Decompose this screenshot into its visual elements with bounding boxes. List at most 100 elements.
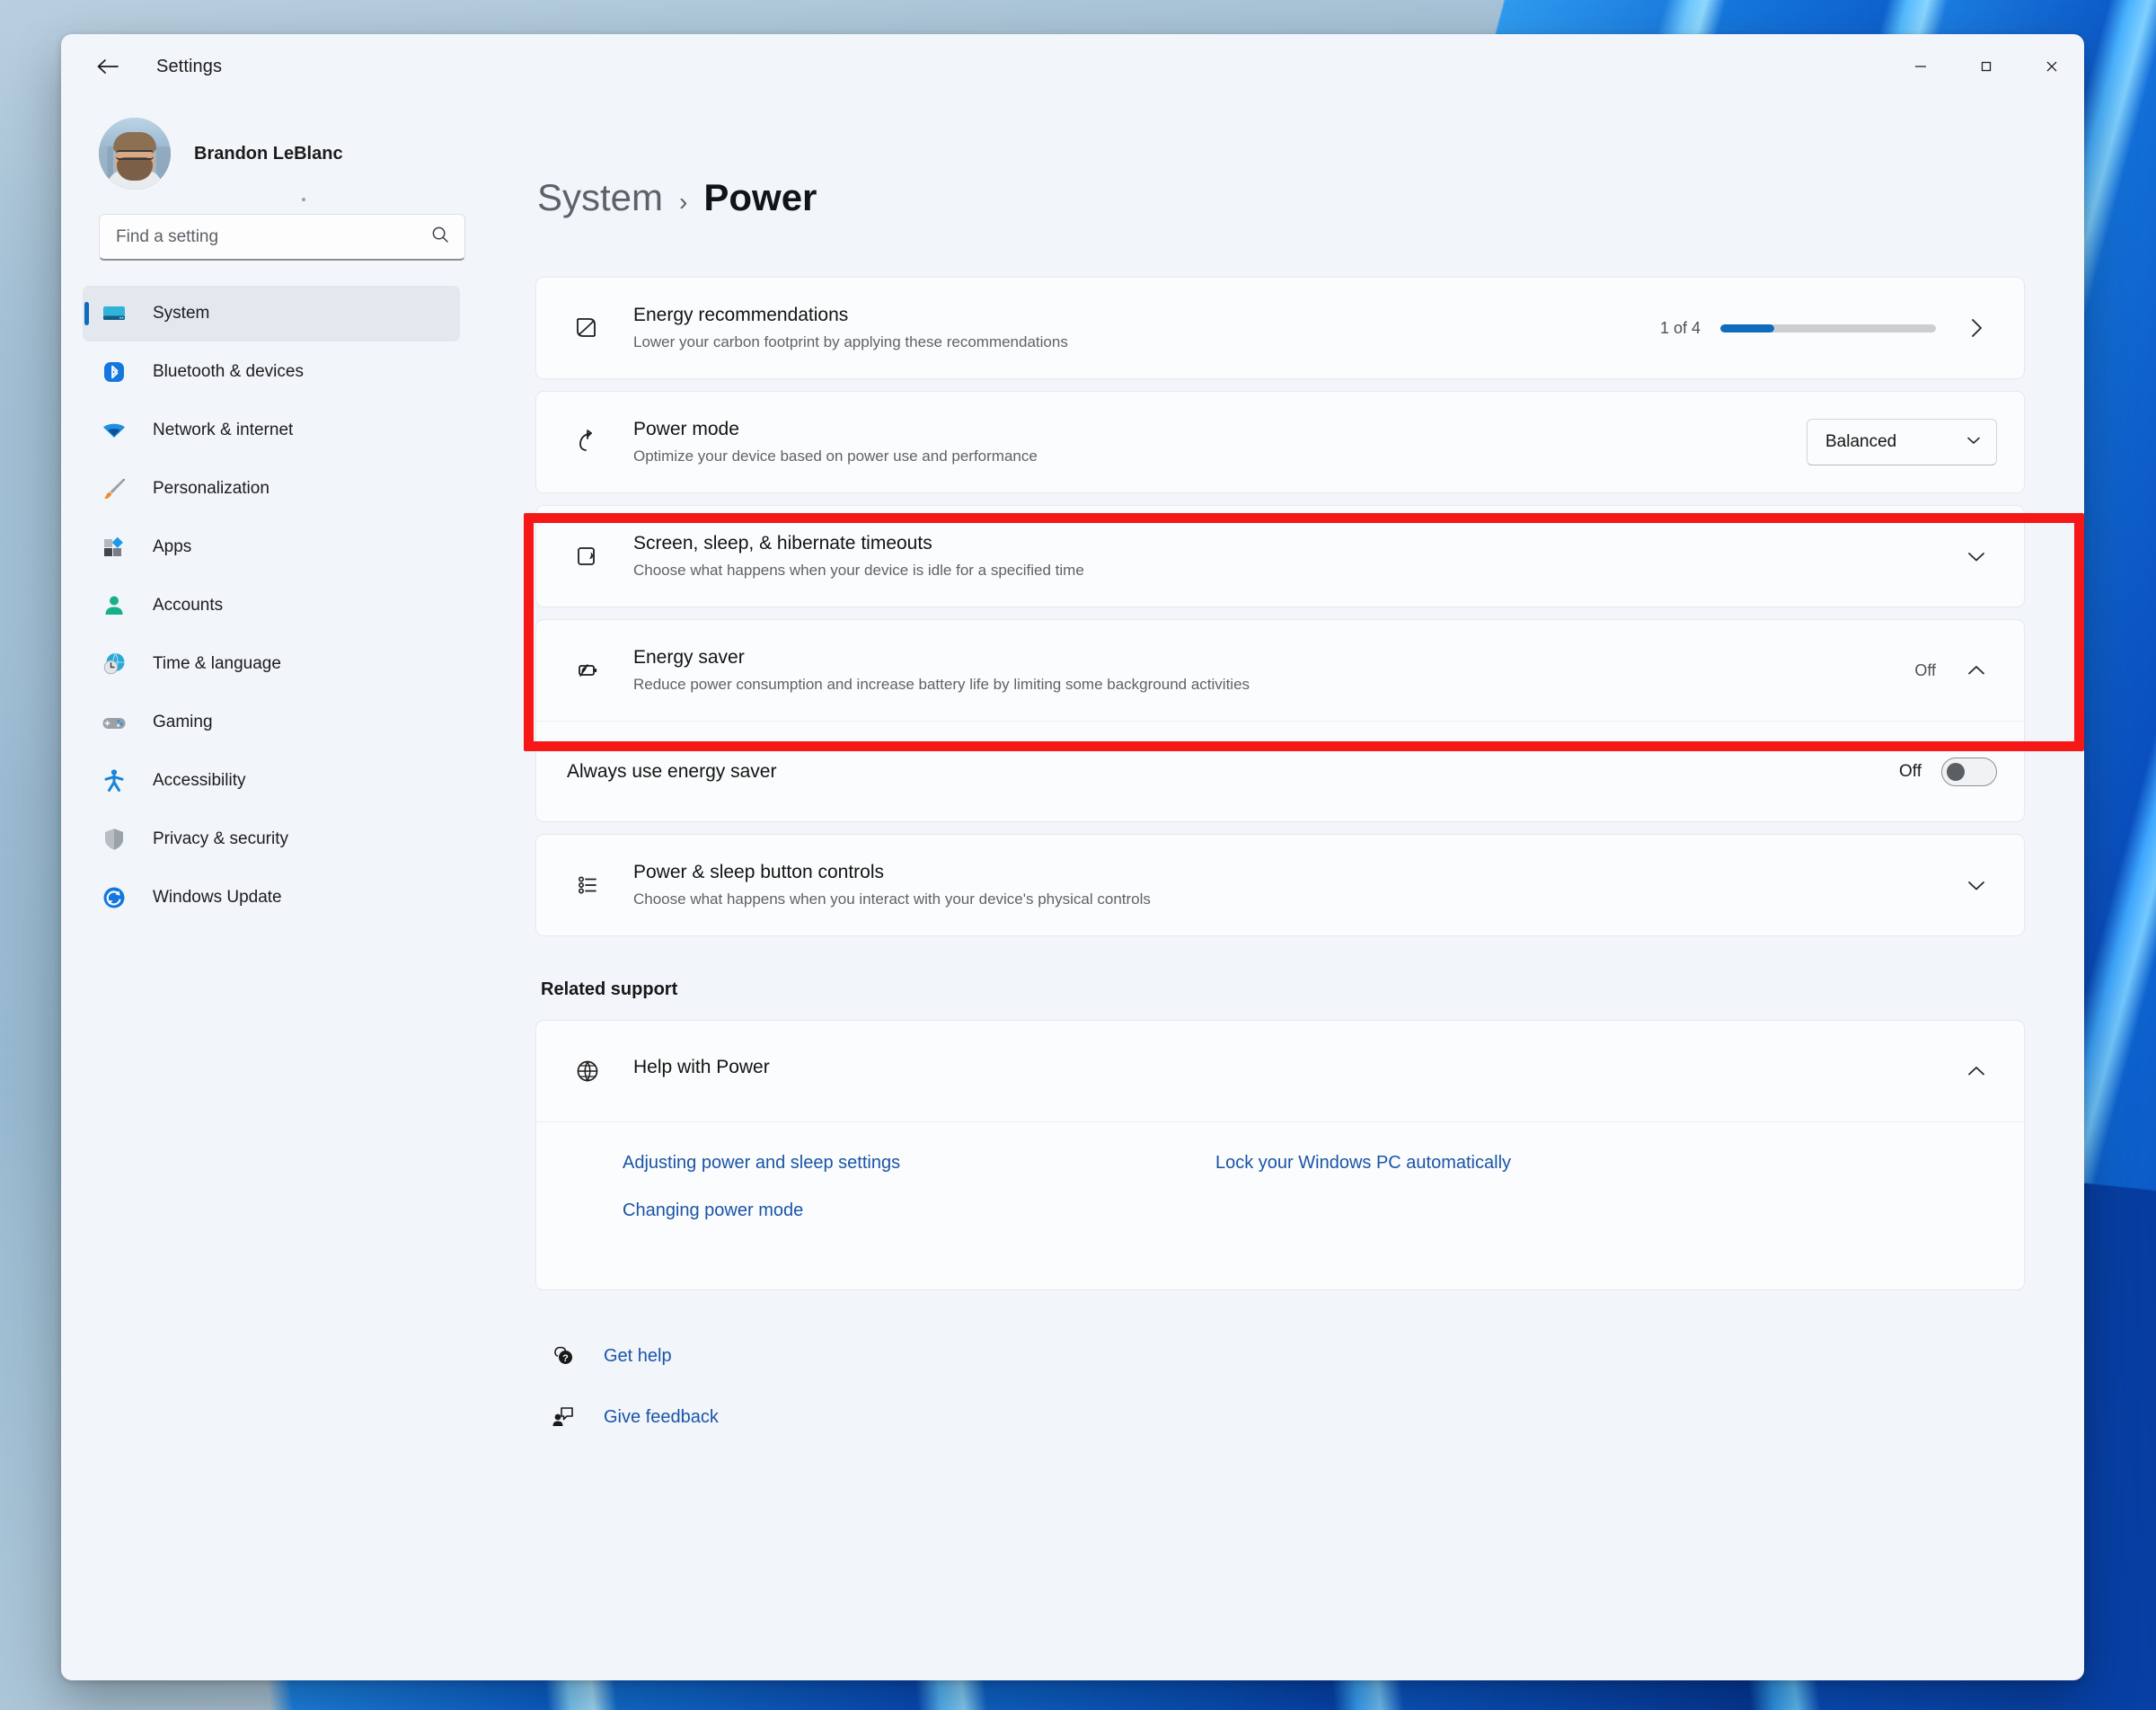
help-with-power-row[interactable]: Help with Power xyxy=(536,1021,2024,1121)
person-icon xyxy=(99,590,129,621)
sidebar-item-time-language[interactable]: Time & language xyxy=(83,636,460,692)
sidebar-nav: System Bluetooth & devices Network & int… xyxy=(83,286,460,926)
energy-saver-text: Energy saver Reduce power consumption an… xyxy=(633,647,1893,694)
dropdown-value: Balanced xyxy=(1825,432,1897,451)
timeouts-expander[interactable] xyxy=(1956,536,1997,577)
sidebar-item-apps[interactable]: Apps xyxy=(83,519,460,575)
power-sleep-buttons-expander[interactable] xyxy=(1956,864,1997,906)
shield-icon xyxy=(99,824,129,855)
help-link[interactable]: Changing power mode xyxy=(623,1201,803,1221)
sidebar-item-privacy-security[interactable]: Privacy & security xyxy=(83,811,460,867)
related-support-heading: Related support xyxy=(541,979,678,999)
timeouts-text: Screen, sleep, & hibernate timeouts Choo… xyxy=(633,533,1934,580)
toggle-state-label: Off xyxy=(1899,761,1922,781)
sidebar-item-label: System xyxy=(153,304,210,323)
avatar-hair xyxy=(113,132,156,152)
recommendations-progress: 1 of 4 xyxy=(1660,319,1936,338)
search-icon xyxy=(430,225,450,249)
row-subtitle: Optimize your device based on power use … xyxy=(633,447,1038,465)
sidebar-item-accounts[interactable]: Accounts xyxy=(83,578,460,633)
avatar-glasses xyxy=(116,150,154,160)
help-with-power-text: Help with Power xyxy=(633,1057,1934,1085)
give-feedback-row[interactable]: Give feedback xyxy=(548,1402,2025,1432)
energy-saver-row[interactable]: Energy saver Reduce power consumption an… xyxy=(536,620,2024,721)
progress-count: 1 of 4 xyxy=(1659,318,1701,337)
chevron-down-icon xyxy=(1966,434,1982,450)
list-settings-icon xyxy=(567,870,608,900)
maximize-button[interactable] xyxy=(1953,34,2019,99)
row-title: Power mode xyxy=(633,419,739,439)
sidebar-item-label: Time & language xyxy=(153,654,281,673)
sidebar-item-label: Bluetooth & devices xyxy=(153,362,304,381)
always-use-energy-saver-toggle[interactable] xyxy=(1941,757,1997,786)
sidebar-item-gaming[interactable]: Gaming xyxy=(83,695,460,750)
search-input[interactable] xyxy=(116,226,430,247)
help-link[interactable]: Lock your Windows PC automatically xyxy=(1215,1153,1511,1174)
chevron-down-icon[interactable] xyxy=(1956,864,1997,906)
account-block[interactable]: Brandon LeBlanc xyxy=(83,99,460,198)
get-help-row[interactable]: ? Get help xyxy=(548,1341,2025,1371)
progress-track xyxy=(1720,323,1936,332)
battery-leaf-icon xyxy=(567,655,608,686)
sidebar-item-label: Accounts xyxy=(153,596,224,615)
power-speed-icon xyxy=(567,427,608,457)
sidebar-item-windows-update[interactable]: Windows Update xyxy=(83,870,460,926)
sidebar-item-label: Gaming xyxy=(153,713,213,731)
window-title: Settings xyxy=(156,56,223,76)
breadcrumb-parent[interactable]: System xyxy=(537,176,663,219)
chevron-up-icon[interactable] xyxy=(1956,1050,1997,1092)
breadcrumb-separator: › xyxy=(679,188,688,216)
screen-sleep-icon xyxy=(567,541,608,571)
search-box[interactable] xyxy=(99,214,465,261)
get-help-link[interactable]: Get help xyxy=(604,1346,672,1367)
power-mode-row: Power mode Optimize your device based on… xyxy=(536,392,2024,492)
sidebar-item-label: Personalization xyxy=(153,479,270,498)
window-controls xyxy=(1887,34,2084,99)
power-sleep-buttons-card[interactable]: Power & sleep button controls Choose wha… xyxy=(535,834,2025,936)
sidebar-item-system[interactable]: System xyxy=(83,286,460,341)
energy-recommendations-card[interactable]: Energy recommendations Lower your carbon… xyxy=(535,277,2025,379)
minimize-button[interactable] xyxy=(1887,34,1953,99)
sidebar-item-label: Privacy & security xyxy=(153,829,288,848)
row-title: Energy saver xyxy=(633,647,745,668)
timeouts-card[interactable]: Screen, sleep, & hibernate timeouts Choo… xyxy=(535,505,2025,607)
sidebar-item-bluetooth-devices[interactable]: Bluetooth & devices xyxy=(83,344,460,400)
feedback-icon xyxy=(548,1402,579,1432)
help-link[interactable]: Adjusting power and sleep settings xyxy=(623,1153,900,1174)
sidebar-item-label: Apps xyxy=(153,537,192,556)
gamepad-icon xyxy=(99,707,129,738)
close-button[interactable] xyxy=(2019,34,2084,99)
chevron-right-icon[interactable] xyxy=(1956,307,1997,349)
help-with-power-card: Help with Power Adjusting power and slee… xyxy=(535,1020,2025,1290)
chevron-up-icon[interactable] xyxy=(1956,650,1997,691)
help-with-power-expander[interactable] xyxy=(1956,1050,1997,1092)
back-button[interactable] xyxy=(81,44,135,89)
timeouts-row[interactable]: Screen, sleep, & hibernate timeouts Choo… xyxy=(536,506,2024,607)
update-icon xyxy=(99,882,129,913)
settings-window: Settings Brandon LeBlanc Find a setting … xyxy=(61,34,2084,1680)
give-feedback-link[interactable]: Give feedback xyxy=(604,1407,719,1428)
row-title: Power & sleep button controls xyxy=(633,862,884,882)
title-bar: Settings xyxy=(61,34,2084,99)
main-content: System › Power Energy recommendations Lo… xyxy=(482,99,2084,1680)
power-mode-dropdown[interactable]: Balanced xyxy=(1807,419,1997,465)
help-links-column-1: Adjusting power and sleep settings Chang… xyxy=(623,1153,1215,1248)
energy-saver-state: Off xyxy=(1914,660,1936,679)
sidebar-item-accessibility[interactable]: Accessibility xyxy=(83,753,460,809)
clock-globe-icon xyxy=(99,649,129,679)
energy-saver-card: Energy saver Reduce power consumption an… xyxy=(535,619,2025,822)
power-sleep-buttons-row[interactable]: Power & sleep button controls Choose wha… xyxy=(536,835,2024,935)
sidebar-item-network-internet[interactable]: Network & internet xyxy=(83,403,460,458)
energy-recommendations-row[interactable]: Energy recommendations Lower your carbon… xyxy=(536,278,2024,378)
chevron-down-icon[interactable] xyxy=(1956,536,1997,577)
avatar[interactable] xyxy=(99,118,171,190)
sidebar-item-personalization[interactable]: Personalization xyxy=(83,461,460,517)
row-subtitle: Lower your carbon footprint by applying … xyxy=(633,333,1068,350)
page-title: Power xyxy=(703,176,817,218)
row-title: Energy recommendations xyxy=(633,305,849,325)
always-use-energy-saver-row: Always use energy saver Off xyxy=(536,721,2024,821)
help-links-panel: Adjusting power and sleep settings Chang… xyxy=(536,1121,2024,1289)
footer-links: ? Get help Give feedback xyxy=(548,1341,2025,1432)
globe-help-icon xyxy=(567,1056,608,1086)
row-title: Screen, sleep, & hibernate timeouts xyxy=(633,533,932,554)
